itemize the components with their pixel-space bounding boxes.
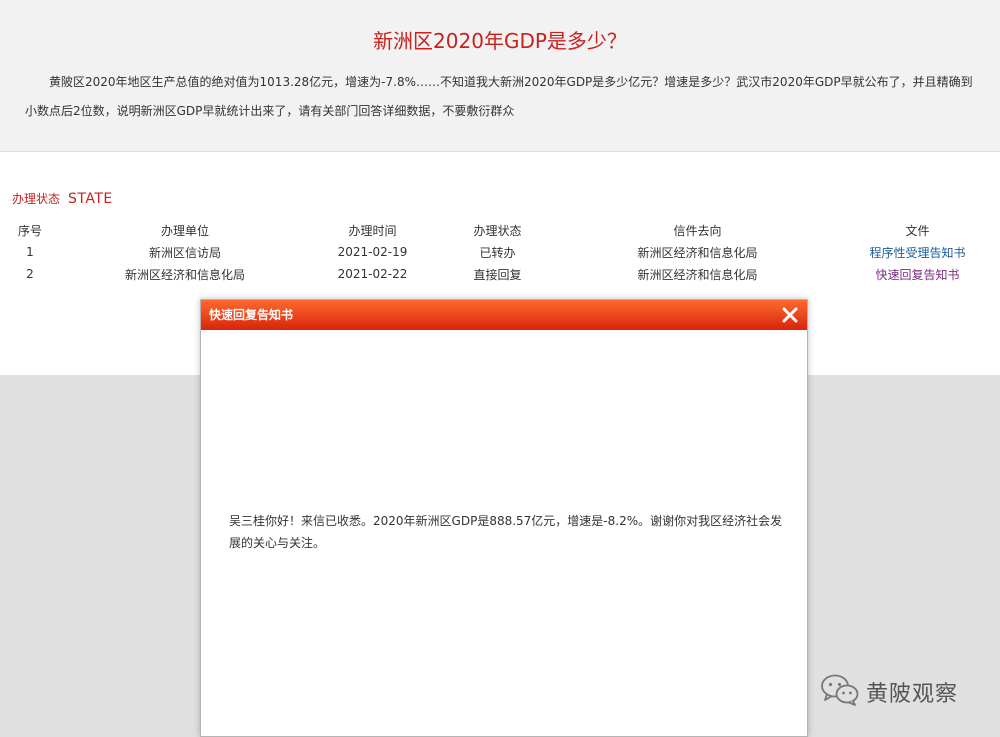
row-destination: 新洲区经济和信息化局 <box>637 245 758 260</box>
dialog-title: 快速回复告知书 <box>209 308 294 322</box>
column-header-state: 办理状态 <box>473 223 522 238</box>
column-header-seq: 序号 <box>17 223 42 238</box>
file-link-quick-reply-notice[interactable]: 快速回复告知书 <box>875 268 959 282</box>
column-header-destination: 信件去向 <box>673 223 722 238</box>
dialog-body: 吴三桂你好！来信已收悉。2020年新洲区GDP是888.57亿元，增速是-8.2… <box>201 330 807 736</box>
row-time: 2021-02-22 <box>337 267 408 281</box>
status-heading: 办理状态 STATE <box>12 190 113 207</box>
row-seq: 1 <box>26 245 34 259</box>
row-file-cell: 快速回复告知书 <box>835 263 1000 285</box>
table-row: 1 新洲区信访局 2021-02-19 已转办 新洲区经济和信息化局 程序性受理… <box>0 241 1000 263</box>
row-time: 2021-02-19 <box>337 245 408 259</box>
question-title: 新洲区2020年GDP是多少？ <box>373 29 627 53</box>
process-table: 序号 办理单位 办理时间 办理状态 信件去向 文件 1 新洲区信访局 2021-… <box>0 219 1000 285</box>
row-unit: 新洲区经济和信息化局 <box>124 267 245 282</box>
row-seq: 2 <box>26 267 34 281</box>
column-header-unit: 办理单位 <box>160 223 209 238</box>
row-destination: 新洲区经济和信息化局 <box>637 267 758 282</box>
dialog-header: 快速回复告知书 <box>201 300 807 330</box>
row-file-cell: 程序性受理告知书 <box>835 241 1000 263</box>
watermark-text: 黄陂观察 <box>866 682 959 707</box>
question-section: 新洲区2020年GDP是多少？ 黄陂区2020年地区生产总值的绝对值为1013.… <box>0 0 1000 152</box>
row-state: 已转办 <box>479 245 516 260</box>
table-row: 2 新洲区经济和信息化局 2021-02-22 直接回复 新洲区经济和信息化局 … <box>0 263 1000 285</box>
close-x-icon[interactable] <box>779 304 801 326</box>
file-link-procedural-notice[interactable]: 程序性受理告知书 <box>869 246 965 260</box>
reply-text: 吴三桂你好！来信已收悉。2020年新洲区GDP是888.57亿元，增速是-8.2… <box>229 514 783 550</box>
status-label-cn: 办理状态 <box>12 192 61 206</box>
wechat-icon <box>820 673 860 711</box>
status-label-en: STATE <box>68 191 113 207</box>
quick-reply-dialog: 快速回复告知书 吴三桂你好！来信已收悉。2020年新洲区GDP是888.57亿元… <box>200 299 808 737</box>
row-unit: 新洲区信访局 <box>148 245 221 260</box>
question-body: 黄陂区2020年地区生产总值的绝对值为1013.28亿元，增速为-7.8%……不… <box>25 75 973 118</box>
column-header-file: 文件 <box>905 223 930 238</box>
watermark: 黄陂观察 <box>820 674 958 710</box>
row-state: 直接回复 <box>473 267 522 282</box>
column-header-time: 办理时间 <box>348 223 397 238</box>
table-header-row: 序号 办理单位 办理时间 办理状态 信件去向 文件 <box>0 219 1000 241</box>
